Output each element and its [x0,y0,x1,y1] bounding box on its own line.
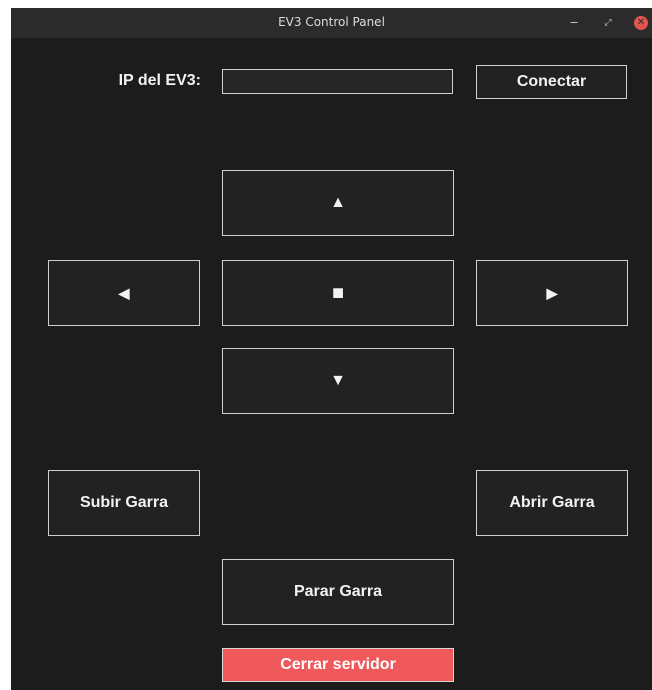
title-bar[interactable]: EV3 Control Panel − ⤢ ✕ [11,8,652,38]
arrow-up-icon: ▲ [330,194,346,211]
minimize-icon[interactable]: − [567,16,581,30]
raise-claw-button[interactable]: Subir Garra [48,470,200,536]
stop-button[interactable]: ■ [222,260,454,326]
arrow-left-icon: ◀ [118,284,130,301]
close-icon[interactable]: ✕ [634,16,648,30]
app-window: EV3 Control Panel − ⤢ ✕ IP del EV3: Cone… [11,8,652,690]
ip-input[interactable] [222,69,453,94]
arrow-right-icon: ▶ [546,284,558,301]
close-server-button[interactable]: Cerrar servidor [222,648,454,682]
stop-claw-button[interactable]: Parar Garra [222,559,454,625]
move-backward-button[interactable]: ▼ [222,348,454,414]
open-claw-button[interactable]: Abrir Garra [476,470,628,536]
turn-left-button[interactable]: ◀ [48,260,200,326]
window-title: EV3 Control Panel [278,15,385,29]
arrow-down-icon: ▼ [330,372,346,389]
stop-icon: ■ [331,281,345,304]
move-forward-button[interactable]: ▲ [222,170,454,236]
connect-button[interactable]: Conectar [476,65,627,99]
maximize-icon[interactable]: ⤢ [601,16,615,30]
ip-label: IP del EV3: [118,72,201,89]
turn-right-button[interactable]: ▶ [476,260,628,326]
